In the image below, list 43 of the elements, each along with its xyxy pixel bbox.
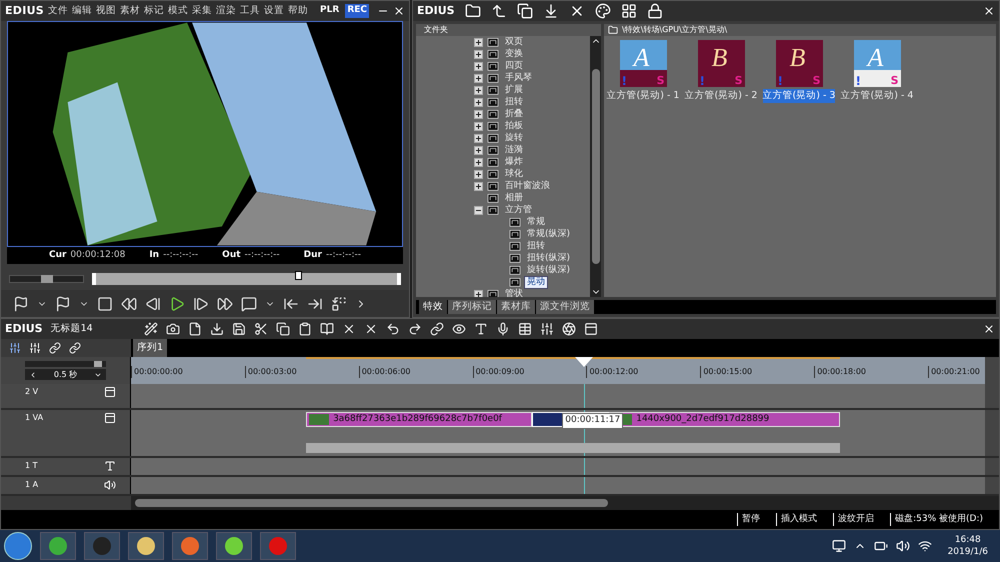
timecode-label: Cur bbox=[48, 248, 66, 262]
ruler-label: 00:00:03:00 bbox=[244, 366, 297, 378]
ruler-label: 00:00:15:00 bbox=[700, 366, 752, 378]
thumbnail-mark: S bbox=[656, 75, 664, 87]
timecode-value: 00:00:12:08 bbox=[70, 248, 126, 262]
app-logo: EDIUS bbox=[5, 2, 44, 19]
timecode-label: Out bbox=[222, 248, 241, 262]
timecode-value: --:--:--:-- bbox=[163, 248, 198, 262]
ruler-label: 00:00:09:00 bbox=[472, 366, 524, 378]
thumbnail-letter: B bbox=[712, 44, 728, 72]
status-item: 磁盘:53% 被使用(D:) bbox=[890, 512, 983, 526]
app-logo: EDIUS bbox=[5, 320, 43, 337]
thumbnail-mark: S bbox=[890, 75, 898, 87]
timecode-value: --:--:--:-- bbox=[326, 248, 362, 262]
thumbnail-mark: ! bbox=[856, 75, 861, 87]
project-name: 无标题14 bbox=[50, 322, 94, 336]
clip-name: 1440x900_2d7edf917d28899 bbox=[636, 412, 770, 426]
thumbnail-letter: A bbox=[634, 44, 650, 72]
thumbnail-mark: ! bbox=[700, 75, 705, 87]
timecode-tooltip: 00:00:11:17 bbox=[562, 413, 624, 428]
ruler-label: 00:00:18:00 bbox=[814, 366, 866, 378]
timecode-value: --:--:--:-- bbox=[244, 248, 280, 262]
clip-name: 3a68ff27363e1b289f69628c7b7f0e0f bbox=[333, 412, 502, 426]
clock-date: 2019/1/6 bbox=[948, 546, 988, 558]
app-logo: EDIUS bbox=[417, 2, 455, 19]
clock-time: 16:48 bbox=[954, 534, 981, 546]
status-item: 波纹开启 bbox=[833, 512, 874, 526]
panel-header: 文件夹 bbox=[416, 24, 601, 36]
thumbnail-letter: B bbox=[790, 44, 806, 72]
ruler-label: 00:00:06:00 bbox=[358, 366, 411, 378]
timecode-label: In bbox=[149, 248, 160, 262]
ruler-label: 00:00:21:00 bbox=[928, 366, 980, 378]
thumbnail-mark: ! bbox=[778, 75, 783, 87]
folder-path: \特效\转场\GPU\立方管\晃动\ bbox=[622, 24, 728, 36]
ruler-label: 00:00:12:00 bbox=[586, 366, 638, 378]
thumbnail-mark: S bbox=[734, 75, 742, 87]
status-item: 插入模式 bbox=[776, 512, 818, 526]
thumbnail-mark: ! bbox=[622, 75, 627, 87]
timecode-label: Dur bbox=[304, 248, 322, 262]
status-item: 暂停 bbox=[737, 512, 760, 526]
thumbnail-letter: A bbox=[868, 44, 884, 72]
ruler-label: 00:00:00:00 bbox=[131, 366, 183, 378]
thumbnail-mark: S bbox=[812, 75, 820, 87]
